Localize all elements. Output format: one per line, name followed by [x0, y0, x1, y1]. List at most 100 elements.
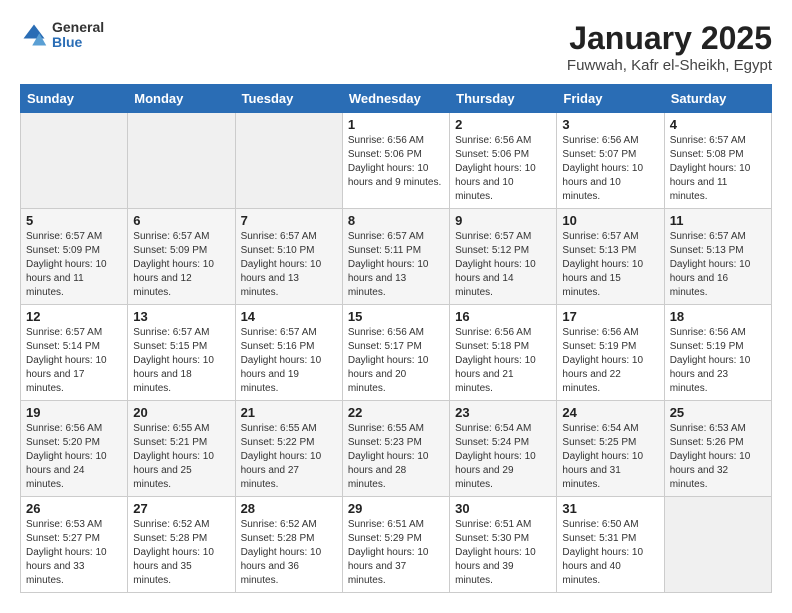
day-number: 9 [455, 213, 551, 228]
day-info: Sunrise: 6:53 AMSunset: 5:27 PMDaylight … [26, 518, 122, 588]
calendar-cell: 25 Sunrise: 6:53 AMSunset: 5:26 PMDayligh… [664, 401, 771, 497]
weekday-header-wednesday: Wednesday [342, 85, 449, 113]
day-info: Sunrise: 6:56 AMSunset: 5:19 PMDaylight … [670, 326, 766, 396]
weekday-header-row: SundayMondayTuesdayWednesdayThursdayFrid… [21, 85, 772, 113]
calendar-cell: 11Sunrise: 6:57 AMSunset: 5:13 PMDayligh… [664, 209, 771, 305]
day-info: Sunrise: 6:57 AMSunset: 5:14 PMDaylight … [26, 326, 122, 396]
weekday-header-saturday: Saturday [664, 85, 771, 113]
calendar-cell: 31 Sunrise: 6:50 AMSunset: 5:31 PMDayligh… [557, 497, 664, 593]
calendar-cell: 30 Sunrise: 6:51 AMSunset: 5:30 PMDayligh… [450, 497, 557, 593]
day-number: 19 [26, 405, 122, 420]
calendar-cell: 12Sunrise: 6:57 AMSunset: 5:14 PMDayligh… [21, 305, 128, 401]
day-number: 26 [26, 501, 122, 516]
day-number: 28 [241, 501, 337, 516]
calendar-cell: 5Sunrise: 6:57 AMSunset: 5:09 PMDaylight… [21, 209, 128, 305]
week-row-4: 26 Sunrise: 6:53 AMSunset: 5:27 PMDayligh… [21, 497, 772, 593]
calendar-cell: 8 Sunrise: 6:57 AMSunset: 5:11 PMDaylight… [342, 209, 449, 305]
page-header: General Blue January 2025 Fuwwah, Kafr e… [20, 20, 772, 74]
calendar-cell: 3 Sunrise: 6:56 AMSunset: 5:07 PMDaylight… [557, 113, 664, 209]
day-info: Sunrise: 6:53 AMSunset: 5:26 PMDaylight … [670, 422, 766, 492]
day-number: 8 [348, 213, 444, 228]
weekday-header-friday: Friday [557, 85, 664, 113]
calendar-cell: 10 Sunrise: 6:57 AMSunset: 5:13 PMDayligh… [557, 209, 664, 305]
day-info: Sunrise: 6:56 AMSunset: 5:20 PMDaylight … [26, 422, 122, 492]
day-info: Sunrise: 6:55 AMSunset: 5:23 PMDaylight … [348, 422, 444, 492]
calendar-cell: 19 Sunrise: 6:56 AMSunset: 5:20 PMDayligh… [21, 401, 128, 497]
day-number: 29 [348, 501, 444, 516]
day-info: Sunrise: 6:57 AMSunset: 5:08 PMDaylight … [670, 134, 766, 204]
day-number: 1 [348, 117, 444, 132]
day-number: 16 [455, 309, 551, 324]
day-number: 3 [562, 117, 658, 132]
day-info: Sunrise: 6:57 AMSunset: 5:10 PMDaylight … [241, 230, 337, 300]
day-info: Sunrise: 6:51 AMSunset: 5:29 PMDaylight … [348, 518, 444, 588]
calendar-cell: 7 Sunrise: 6:57 AMSunset: 5:10 PMDaylight… [235, 209, 342, 305]
day-number: 24 [562, 405, 658, 420]
day-number: 22 [348, 405, 444, 420]
month-title: January 2025 [567, 20, 772, 57]
day-number: 27 [133, 501, 229, 516]
calendar-cell: 27 Sunrise: 6:52 AMSunset: 5:28 PMDayligh… [128, 497, 235, 593]
calendar-cell: 21Sunrise: 6:55 AMSunset: 5:22 PMDayligh… [235, 401, 342, 497]
week-row-0: 1 Sunrise: 6:56 AMSunset: 5:06 PMDaylight… [21, 113, 772, 209]
day-number: 11 [670, 213, 766, 228]
location: Fuwwah, Kafr el-Sheikh, Egypt [567, 57, 772, 74]
day-info: Sunrise: 6:57 AMSunset: 5:16 PMDaylight … [241, 326, 337, 396]
day-number: 23 [455, 405, 551, 420]
day-number: 10 [562, 213, 658, 228]
week-row-3: 19 Sunrise: 6:56 AMSunset: 5:20 PMDayligh… [21, 401, 772, 497]
day-info: Sunrise: 6:55 AMSunset: 5:21 PMDaylight … [133, 422, 229, 492]
day-info: Sunrise: 6:50 AMSunset: 5:31 PMDaylight … [562, 518, 658, 588]
day-info: Sunrise: 6:52 AMSunset: 5:28 PMDaylight … [133, 518, 229, 588]
calendar-cell: 6 Sunrise: 6:57 AMSunset: 5:09 PMDaylight… [128, 209, 235, 305]
calendar-cell: 29 Sunrise: 6:51 AMSunset: 5:29 PMDayligh… [342, 497, 449, 593]
day-info: Sunrise: 6:51 AMSunset: 5:30 PMDaylight … [455, 518, 551, 588]
logo-icon [20, 21, 48, 49]
day-info: Sunrise: 6:57 AMSunset: 5:13 PMDaylight … [562, 230, 658, 300]
day-info: Sunrise: 6:52 AMSunset: 5:28 PMDaylight … [241, 518, 337, 588]
calendar-cell: 28 Sunrise: 6:52 AMSunset: 5:28 PMDayligh… [235, 497, 342, 593]
day-number: 25 [670, 405, 766, 420]
calendar-cell: 26 Sunrise: 6:53 AMSunset: 5:27 PMDayligh… [21, 497, 128, 593]
calendar-cell [21, 113, 128, 209]
day-info: Sunrise: 6:57 AMSunset: 5:09 PMDaylight … [133, 230, 229, 300]
calendar-cell: 13Sunrise: 6:57 AMSunset: 5:15 PMDayligh… [128, 305, 235, 401]
day-number: 15 [348, 309, 444, 324]
calendar-cell: 16 Sunrise: 6:56 AMSunset: 5:18 PMDayligh… [450, 305, 557, 401]
calendar-cell: 15 Sunrise: 6:56 AMSunset: 5:17 PMDayligh… [342, 305, 449, 401]
day-number: 30 [455, 501, 551, 516]
day-number: 31 [562, 501, 658, 516]
day-info: Sunrise: 6:56 AMSunset: 5:18 PMDaylight … [455, 326, 551, 396]
day-info: Sunrise: 6:56 AMSunset: 5:17 PMDaylight … [348, 326, 444, 396]
calendar-cell: 24Sunrise: 6:54 AMSunset: 5:25 PMDayligh… [557, 401, 664, 497]
day-number: 4 [670, 117, 766, 132]
day-info: Sunrise: 6:57 AMSunset: 5:11 PMDaylight … [348, 230, 444, 300]
logo-blue: Blue [52, 35, 104, 50]
day-info: Sunrise: 6:54 AMSunset: 5:24 PMDaylight … [455, 422, 551, 492]
week-row-2: 12Sunrise: 6:57 AMSunset: 5:14 PMDayligh… [21, 305, 772, 401]
calendar-cell [664, 497, 771, 593]
weekday-header-sunday: Sunday [21, 85, 128, 113]
day-info: Sunrise: 6:56 AMSunset: 5:07 PMDaylight … [562, 134, 658, 204]
calendar-table: SundayMondayTuesdayWednesdayThursdayFrid… [20, 84, 772, 593]
logo: General Blue [20, 20, 104, 51]
calendar-cell [235, 113, 342, 209]
calendar-cell: 14 Sunrise: 6:57 AMSunset: 5:16 PMDayligh… [235, 305, 342, 401]
day-number: 6 [133, 213, 229, 228]
calendar-cell: 20Sunrise: 6:55 AMSunset: 5:21 PMDayligh… [128, 401, 235, 497]
calendar-cell: 9Sunrise: 6:57 AMSunset: 5:12 PMDaylight… [450, 209, 557, 305]
calendar-cell: 1 Sunrise: 6:56 AMSunset: 5:06 PMDaylight… [342, 113, 449, 209]
day-number: 17 [562, 309, 658, 324]
day-number: 14 [241, 309, 337, 324]
day-info: Sunrise: 6:56 AMSunset: 5:06 PMDaylight … [348, 134, 444, 190]
day-number: 7 [241, 213, 337, 228]
calendar-cell: 2 Sunrise: 6:56 AMSunset: 5:06 PMDaylight… [450, 113, 557, 209]
day-info: Sunrise: 6:57 AMSunset: 5:09 PMDaylight … [26, 230, 122, 300]
day-info: Sunrise: 6:56 AMSunset: 5:06 PMDaylight … [455, 134, 551, 204]
calendar-cell [128, 113, 235, 209]
day-info: Sunrise: 6:57 AMSunset: 5:15 PMDaylight … [133, 326, 229, 396]
day-number: 2 [455, 117, 551, 132]
calendar-cell: 4 Sunrise: 6:57 AMSunset: 5:08 PMDaylight… [664, 113, 771, 209]
day-info: Sunrise: 6:56 AMSunset: 5:19 PMDaylight … [562, 326, 658, 396]
calendar-cell: 18Sunrise: 6:56 AMSunset: 5:19 PMDayligh… [664, 305, 771, 401]
